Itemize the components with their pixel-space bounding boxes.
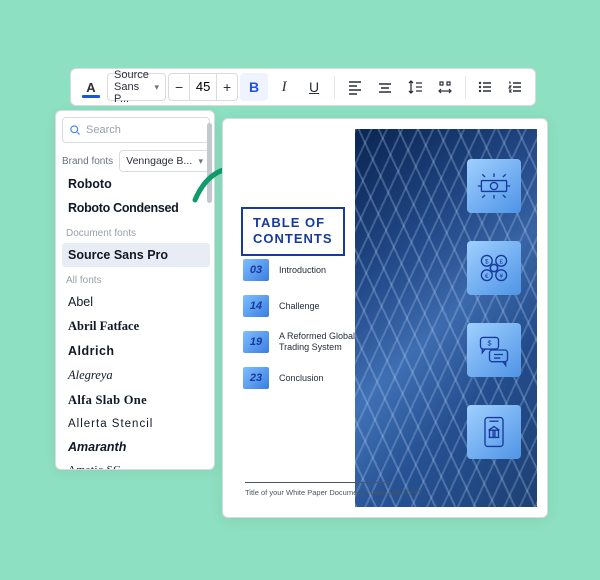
align-left-button[interactable]: [341, 73, 369, 101]
icon-card-money[interactable]: [467, 159, 521, 213]
svg-text:€: €: [485, 273, 489, 280]
all-fonts-label: All fonts: [62, 267, 210, 290]
text-color-glyph: A: [86, 80, 95, 95]
formatting-toolbar: A Source Sans P... ▾ − 45 + B I U: [70, 68, 536, 106]
font-option-amatic-sc[interactable]: Amatic SC: [62, 459, 210, 470]
line-spacing-icon: [407, 79, 423, 95]
font-option-alegreya[interactable]: Alegreya: [62, 363, 210, 388]
underline-button[interactable]: U: [300, 73, 328, 101]
toc-item-label: Introduction: [279, 265, 326, 276]
toc-item-label: A Reformed Global Trading System: [279, 331, 379, 353]
numbered-list-icon: [507, 79, 523, 95]
toc-page-number: 03: [243, 259, 269, 281]
letter-spacing-icon: [437, 79, 453, 95]
text-color-button[interactable]: A: [77, 73, 105, 101]
brand-kit-value: Venngage B...: [126, 155, 192, 167]
chevron-down-icon: ▾: [155, 82, 160, 93]
footer-rule: [245, 482, 391, 483]
svg-text:$: $: [485, 259, 489, 266]
mobile-bank-icon: [476, 414, 512, 450]
toc-item[interactable]: 23 Conclusion: [243, 367, 379, 389]
font-search-input[interactable]: Search: [62, 117, 210, 143]
font-option-abel[interactable]: Abel: [62, 290, 210, 314]
toc-heading-box[interactable]: TABLE OF CONTENTS: [241, 207, 345, 256]
toc-item[interactable]: 19 A Reformed Global Trading System: [243, 331, 379, 353]
document-canvas[interactable]: TABLE OF CONTENTS 03 Introduction 14 Cha…: [222, 118, 548, 518]
toc-item-label: Challenge: [279, 301, 320, 312]
font-option-roboto-condensed[interactable]: Roboto Condensed: [62, 196, 210, 220]
search-placeholder: Search: [86, 124, 121, 136]
svg-text:£: £: [499, 259, 503, 266]
italic-glyph: I: [282, 79, 287, 96]
toc-heading-line2: CONTENTS: [253, 231, 333, 247]
font-size-stepper: − 45 +: [168, 73, 238, 101]
line-spacing-button[interactable]: [401, 73, 429, 101]
font-option-alfa-slab-one[interactable]: Alfa Slab One: [62, 388, 210, 413]
currency-exchange-icon: $ £ € ¥: [476, 250, 512, 286]
decrease-size-button[interactable]: −: [169, 79, 189, 95]
align-left-icon: [347, 79, 363, 95]
letter-spacing-button[interactable]: [431, 73, 459, 101]
toc-heading-line1: TABLE OF: [253, 215, 333, 231]
icon-card-currency[interactable]: $ £ € ¥: [467, 241, 521, 295]
align-vertical-button[interactable]: [371, 73, 399, 101]
increase-size-button[interactable]: +: [217, 79, 237, 95]
footer-text[interactable]: Title of your White Paper Document • Dat…: [245, 488, 423, 497]
numbered-list-button[interactable]: [501, 73, 529, 101]
italic-button[interactable]: I: [270, 73, 298, 101]
icon-card-chat[interactable]: $: [467, 323, 521, 377]
font-option-source-sans-pro[interactable]: Source Sans Pro: [62, 243, 210, 267]
align-vertical-icon: [377, 79, 393, 95]
font-option-abril-fatface[interactable]: Abril Fatface: [62, 314, 210, 339]
bold-glyph: B: [249, 79, 259, 95]
brand-fonts-label: Brand fonts: [62, 156, 113, 167]
font-family-label: Source Sans P...: [114, 69, 151, 105]
font-family-select[interactable]: Source Sans P... ▾: [107, 73, 166, 101]
document-fonts-label: Document fonts: [62, 220, 210, 243]
toc-item[interactable]: 03 Introduction: [243, 259, 379, 281]
bullet-list-button[interactable]: [471, 73, 499, 101]
toc-list: 03 Introduction 14 Challenge 19 A Reform…: [243, 259, 379, 403]
toc-page-number: 14: [243, 295, 269, 317]
font-option-amaranth[interactable]: Amaranth: [62, 435, 210, 459]
bold-button[interactable]: B: [240, 73, 268, 101]
font-option-roboto[interactable]: Roboto: [62, 172, 210, 196]
text-color-indicator: [82, 95, 100, 98]
document-page: TABLE OF CONTENTS 03 Introduction 14 Cha…: [233, 129, 537, 507]
toc-item-label: Conclusion: [279, 373, 324, 384]
font-option-aldrich[interactable]: Aldrich: [62, 339, 210, 363]
bullet-list-icon: [477, 79, 493, 95]
money-gear-icon: [476, 168, 512, 204]
toc-item[interactable]: 14 Challenge: [243, 295, 379, 317]
search-icon: [69, 124, 81, 136]
underline-glyph: U: [309, 79, 319, 95]
icon-card-bank[interactable]: [467, 405, 521, 459]
font-size-value[interactable]: 45: [189, 74, 217, 100]
toc-page-number: 23: [243, 367, 269, 389]
svg-text:¥: ¥: [499, 273, 503, 280]
chat-bubbles-icon: $: [476, 332, 512, 368]
font-option-allerta-stencil[interactable]: Allerta Stencil: [62, 413, 210, 435]
svg-text:$: $: [488, 339, 492, 348]
toc-page-number: 19: [243, 331, 269, 353]
